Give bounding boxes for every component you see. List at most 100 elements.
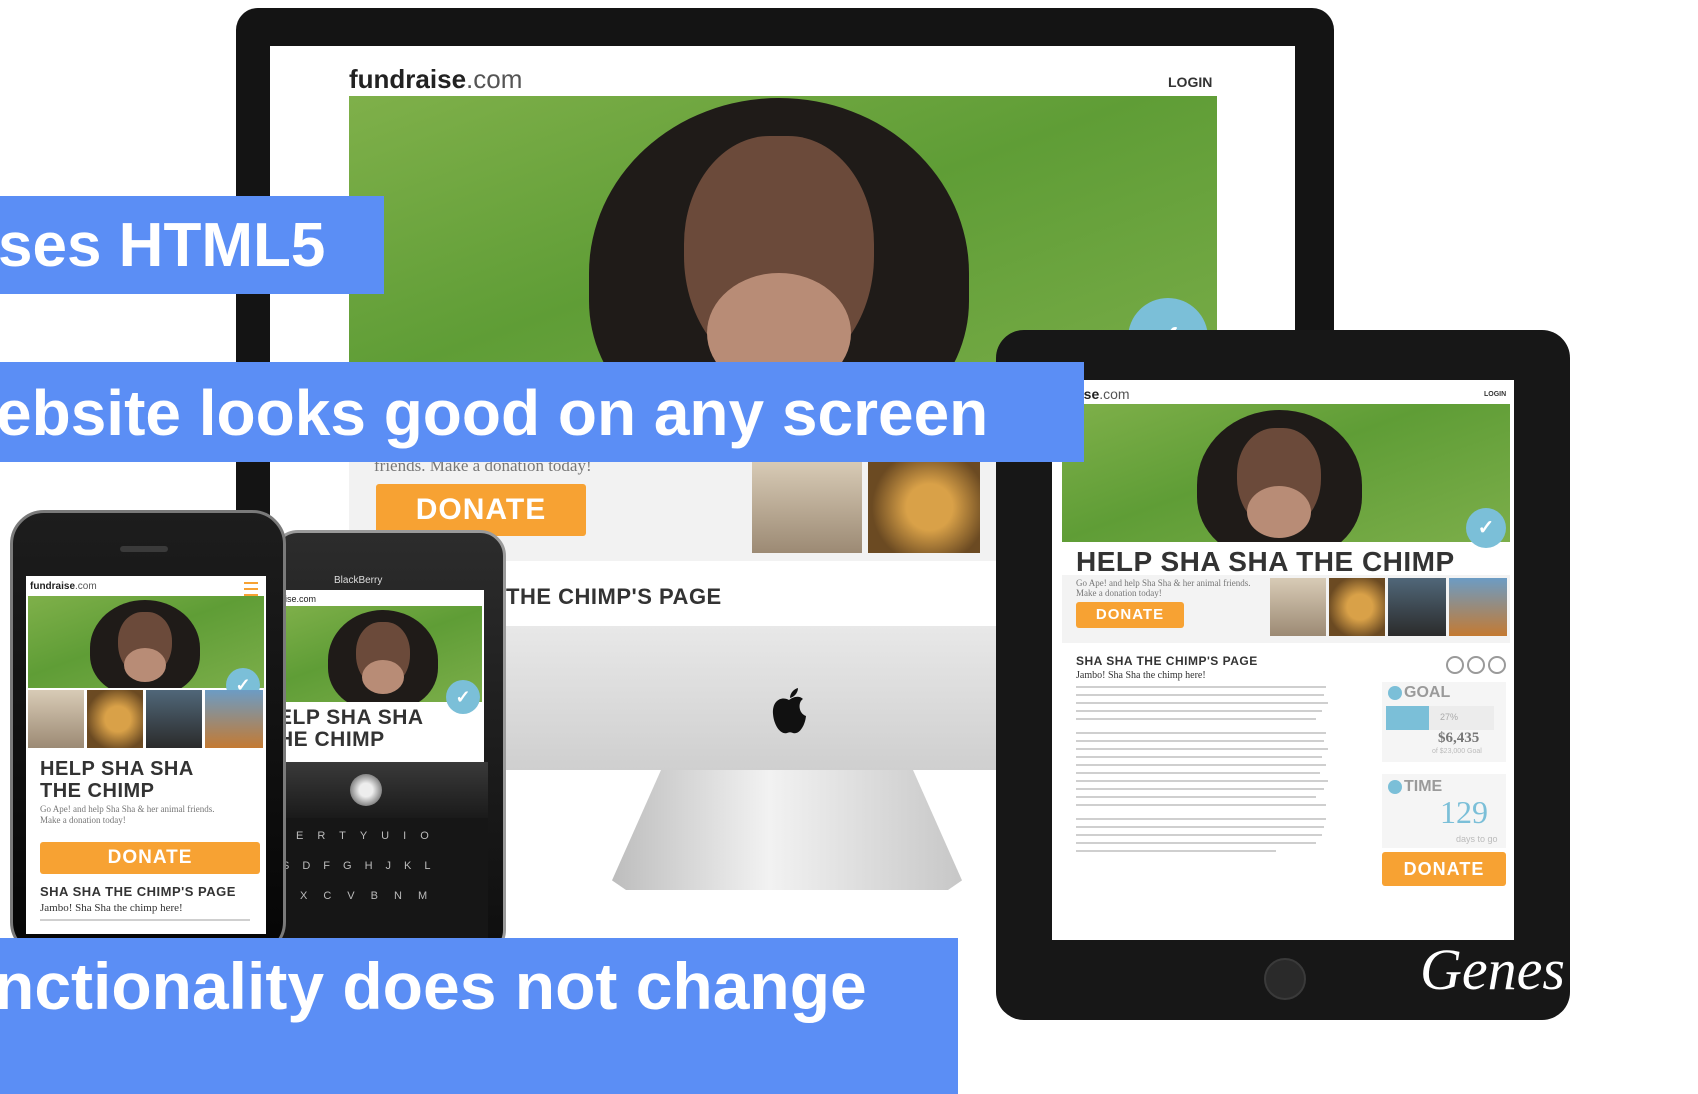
tablet-intro: Jambo! Sha Sha the chimp here! <box>1076 670 1206 681</box>
tablet-body-line <box>1076 796 1316 798</box>
iphone-donate-button[interactable]: DONATE <box>40 842 260 874</box>
goal-icon <box>1388 686 1402 700</box>
iphone-thumb-fox <box>205 690 263 748</box>
tablet-login-link[interactable]: LOGIN <box>1484 391 1506 398</box>
tablet-home-button-icon[interactable] <box>1264 958 1306 1000</box>
functionality-banner: nctionality does not change <box>0 938 958 1094</box>
key[interactable]: K <box>404 860 424 872</box>
any-screen-banner: ebsite looks good on any screen <box>0 362 1084 462</box>
tablet-body-line <box>1076 788 1324 790</box>
key[interactable]: V <box>347 890 370 902</box>
iphone-intro: Jambo! Sha Sha the chimp here! <box>40 902 183 914</box>
time-label: TIME <box>1404 778 1443 795</box>
tablet-donate-button[interactable]: DONATE <box>1076 602 1184 628</box>
blackberry-key-row-1: ERTYUIO <box>296 830 443 842</box>
tablet-body-line <box>1076 764 1326 766</box>
tablet-headline: HELP SHA SHA THE CHIMP <box>1076 546 1455 577</box>
trackball-icon[interactable] <box>350 774 382 806</box>
blackberry-key-row-3: XCVBNM <box>300 890 443 902</box>
desktop-logo[interactable]: fundraise.com <box>349 64 522 95</box>
key[interactable]: U <box>381 830 403 842</box>
tablet-thumb-wildebeest <box>1388 578 1446 636</box>
tablet-thumb-fox <box>1449 578 1507 636</box>
blackberry-screen: aise.com ✓ ELP SHA SHA HE CHIMP <box>278 590 484 762</box>
tablet-body-line <box>1076 834 1322 836</box>
key[interactable]: R <box>317 830 339 842</box>
any-screen-banner-text: ebsite looks good on any screen <box>0 377 989 449</box>
blackberry-title-line1: ELP SHA SHA <box>278 706 424 729</box>
tablet-body-line <box>1076 804 1326 806</box>
key[interactable]: I <box>403 830 420 842</box>
imac-chin <box>498 620 998 770</box>
goal-sub: of $23,000 Goal <box>1432 748 1482 755</box>
desktop-login-link[interactable]: LOGIN <box>1168 74 1212 90</box>
goal-label: GOAL <box>1404 684 1451 701</box>
iphone-thumb-lion <box>87 690 143 748</box>
tablet-body-line <box>1076 694 1324 696</box>
genesis-watermark: Genes <box>1420 937 1565 1002</box>
iphone-title-line1: HELP SHA SHA <box>40 758 194 780</box>
key[interactable]: M <box>418 890 443 902</box>
tablet-sidebar-donate-button[interactable]: DONATE <box>1382 852 1506 886</box>
html5-banner-text: ses HTML5 <box>0 211 326 280</box>
blackberry-brand: BlackBerry <box>334 575 383 586</box>
tablet-body-line <box>1076 710 1322 712</box>
iphone-speaker <box>120 546 168 552</box>
tablet-thumb-monkey <box>1270 578 1326 636</box>
tablet-body-line <box>1076 850 1276 852</box>
tablet-body-line <box>1076 740 1324 742</box>
blackberry-verified-badge-icon: ✓ <box>446 680 480 714</box>
tablet-body-line <box>1076 842 1316 844</box>
tablet-body-line <box>1076 826 1324 828</box>
iphone-thumb-wildebeest <box>146 690 202 748</box>
tablet-tagline: Go Ape! and help Sha Sha & her animal fr… <box>1076 578 1251 598</box>
iphone-thumb-monkey <box>28 690 84 748</box>
blackberry-nav-bar <box>278 762 488 818</box>
iphone-body-line <box>40 919 250 921</box>
desktop-thumb-lion <box>868 461 980 553</box>
tablet-body-line <box>1076 732 1326 734</box>
key[interactable]: L <box>424 860 443 872</box>
functionality-banner-text: nctionality does not change <box>0 949 867 1023</box>
goal-percent: 27% <box>1440 712 1459 722</box>
key[interactable]: N <box>394 890 418 902</box>
blackberry-title-line2: HE CHIMP <box>278 728 385 751</box>
tablet-body-line <box>1076 772 1320 774</box>
tablet-hero-photo <box>1062 404 1510 542</box>
iphone-page-title: SHA SHA THE CHIMP'S PAGE <box>40 884 236 899</box>
key[interactable]: D <box>302 860 323 872</box>
tablet-body-line <box>1076 780 1328 782</box>
menu-icon[interactable] <box>244 582 258 596</box>
key[interactable]: Y <box>360 830 381 842</box>
time-days: 129 <box>1440 794 1488 830</box>
tablet-body-line <box>1076 686 1326 688</box>
iphone-title-line2: THE CHIMP <box>40 780 155 802</box>
social-icons[interactable] <box>1446 656 1506 674</box>
goal-progress-fill <box>1386 706 1430 730</box>
blackberry-key-row-2: SDFGHJKL <box>282 860 444 872</box>
iphone-tagline: Go Ape! and help Sha Sha & her animal fr… <box>40 804 215 825</box>
tablet-body-line <box>1076 818 1326 820</box>
tablet-page-title: SHA SHA THE CHIMP'S PAGE <box>1076 654 1258 668</box>
key[interactable]: B <box>371 890 394 902</box>
desktop-donate-button[interactable]: DONATE <box>376 484 586 536</box>
tablet-verified-badge-icon: ✓ <box>1466 508 1506 548</box>
tablet-body-line <box>1076 702 1328 704</box>
goal-amount: $6,435 <box>1438 730 1480 746</box>
key[interactable]: X <box>300 890 323 902</box>
key[interactable]: E <box>296 830 317 842</box>
key[interactable]: F <box>323 860 343 872</box>
key[interactable]: J <box>386 860 405 872</box>
clock-icon <box>1388 780 1402 794</box>
key[interactable]: C <box>323 890 347 902</box>
key[interactable]: O <box>420 830 443 842</box>
key[interactable]: T <box>339 830 360 842</box>
key[interactable]: G <box>343 860 365 872</box>
desktop-thumb-monkey <box>752 461 862 553</box>
iphone-logo[interactable]: fundraise.com <box>30 581 97 592</box>
tablet-body-line <box>1076 718 1316 720</box>
desktop-page-title: THE CHIMP'S PAGE <box>506 584 722 609</box>
apple-icon <box>768 688 810 736</box>
time-sub: days to go <box>1456 834 1498 844</box>
key[interactable]: H <box>365 860 386 872</box>
